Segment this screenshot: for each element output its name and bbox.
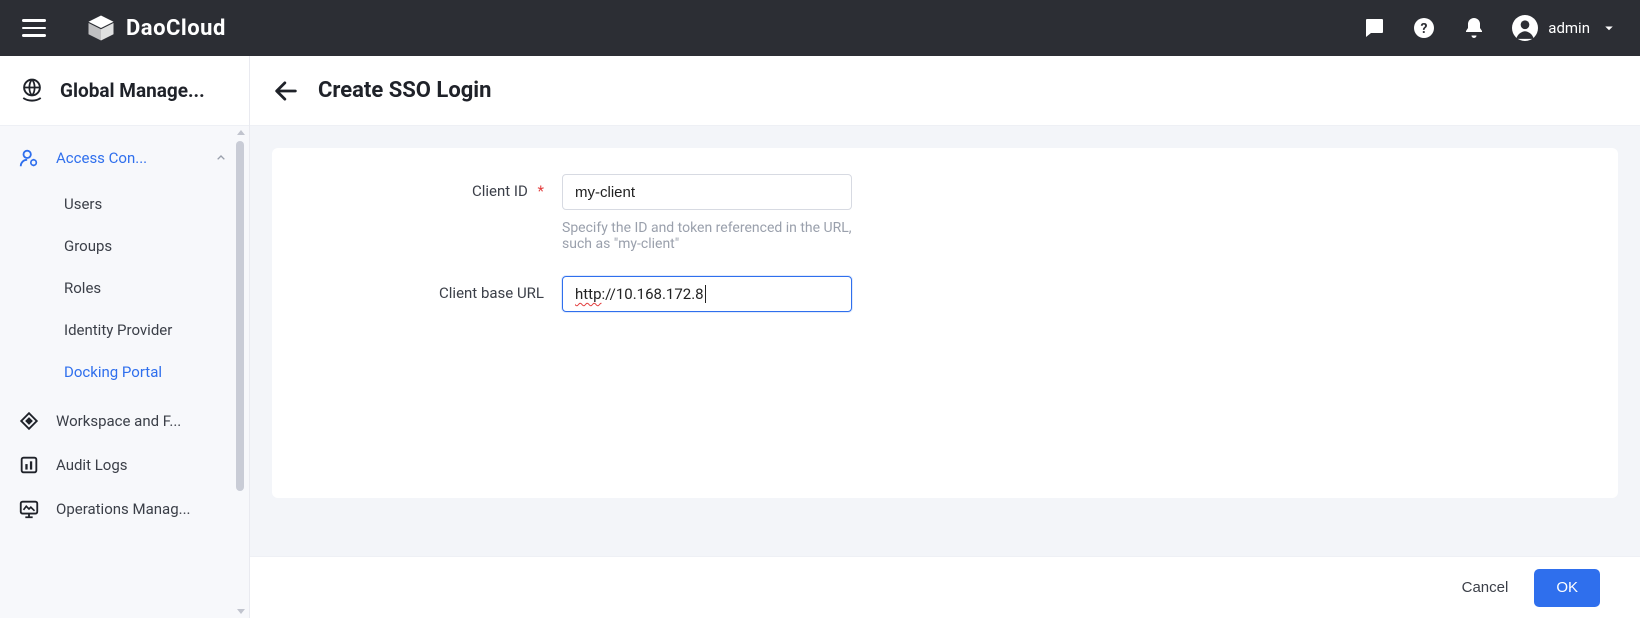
messages-icon[interactable] — [1362, 16, 1386, 40]
sidebar-item-label: Operations Manag... — [56, 500, 191, 518]
sidebar-item-label: Audit Logs — [56, 456, 128, 474]
avatar-icon — [1512, 15, 1538, 41]
user-menu[interactable]: admin — [1512, 15, 1618, 41]
user-name: admin — [1548, 19, 1590, 37]
top-bar: DaoCloud ? admin — [0, 0, 1640, 56]
sidebar-item-access-control[interactable]: Access Con... — [0, 136, 249, 180]
client-base-url-label: Client base URL — [439, 284, 544, 302]
sidebar-submenu: Users Groups Roles Identity Provider Doc… — [0, 180, 249, 399]
brand[interactable]: DaoCloud — [86, 13, 226, 43]
client-base-url-value-rest: ://10.168.172.8 — [602, 285, 704, 303]
client-base-url-value-prefix: http — [575, 285, 602, 303]
form-card: Client ID * Specify the ID and token ref… — [272, 148, 1618, 498]
sidebar-scrollbar[interactable] — [234, 126, 249, 618]
sidebar-item-docking-portal[interactable]: Docking Portal — [0, 351, 249, 393]
client-id-input[interactable] — [562, 174, 852, 210]
sidebar: Global Manage... Access Con... Users Gro… — [0, 56, 250, 618]
monitor-icon — [18, 498, 40, 520]
user-settings-icon — [18, 147, 40, 169]
sidebar-item-workspace[interactable]: Workspace and F... — [0, 399, 249, 443]
sidebar-header[interactable]: Global Manage... — [0, 56, 249, 126]
text-caret — [705, 285, 706, 303]
bell-icon[interactable] — [1462, 16, 1486, 40]
form-row-client-base-url: Client base URL http://10.168.172.8 — [312, 276, 1578, 312]
sidebar-item-label: Access Con... — [56, 149, 147, 167]
chevron-up-icon — [213, 150, 229, 166]
sidebar-item-operations[interactable]: Operations Manag... — [0, 487, 249, 531]
sidebar-title: Global Manage... — [60, 79, 205, 102]
sidebar-nav: Access Con... Users Groups Roles Identit… — [0, 126, 249, 618]
sidebar-sub-label: Users — [64, 195, 102, 213]
sidebar-item-users[interactable]: Users — [0, 183, 249, 225]
main: Create SSO Login Client ID * Specify the… — [250, 56, 1640, 618]
diamond-icon — [18, 410, 40, 432]
back-arrow-icon[interactable] — [272, 77, 300, 105]
form-row-client-id: Client ID * Specify the ID and token ref… — [312, 174, 1578, 252]
cancel-button[interactable]: Cancel — [1462, 579, 1509, 596]
topbar-actions: ? admin — [1362, 15, 1618, 41]
sidebar-item-roles[interactable]: Roles — [0, 267, 249, 309]
chevron-down-icon — [1600, 19, 1618, 37]
page-header: Create SSO Login — [250, 56, 1640, 126]
client-id-label: Client ID — [472, 182, 528, 200]
svg-text:?: ? — [1421, 21, 1428, 37]
required-marker: * — [538, 182, 544, 200]
content-area: Client ID * Specify the ID and token ref… — [250, 126, 1640, 556]
help-icon[interactable]: ? — [1412, 16, 1436, 40]
sidebar-item-identity-provider[interactable]: Identity Provider — [0, 309, 249, 351]
globe-icon — [18, 77, 46, 105]
ok-button[interactable]: OK — [1534, 569, 1600, 607]
menu-icon[interactable] — [22, 16, 46, 40]
sidebar-item-groups[interactable]: Groups — [0, 225, 249, 267]
client-base-url-input[interactable]: http://10.168.172.8 — [562, 276, 852, 312]
sidebar-sub-label: Identity Provider — [64, 321, 172, 339]
sidebar-sub-label: Groups — [64, 237, 112, 255]
logo-icon — [86, 13, 116, 43]
client-id-hint: Specify the ID and token referenced in t… — [562, 220, 862, 252]
sidebar-sub-label: Roles — [64, 279, 101, 297]
form-footer: Cancel OK — [250, 556, 1640, 618]
sidebar-item-audit-logs[interactable]: Audit Logs — [0, 443, 249, 487]
sidebar-item-label: Workspace and F... — [56, 412, 181, 430]
page-title: Create SSO Login — [318, 78, 491, 103]
brand-label: DaoCloud — [126, 16, 226, 41]
sidebar-sub-label: Docking Portal — [64, 363, 162, 381]
audit-icon — [18, 454, 40, 476]
